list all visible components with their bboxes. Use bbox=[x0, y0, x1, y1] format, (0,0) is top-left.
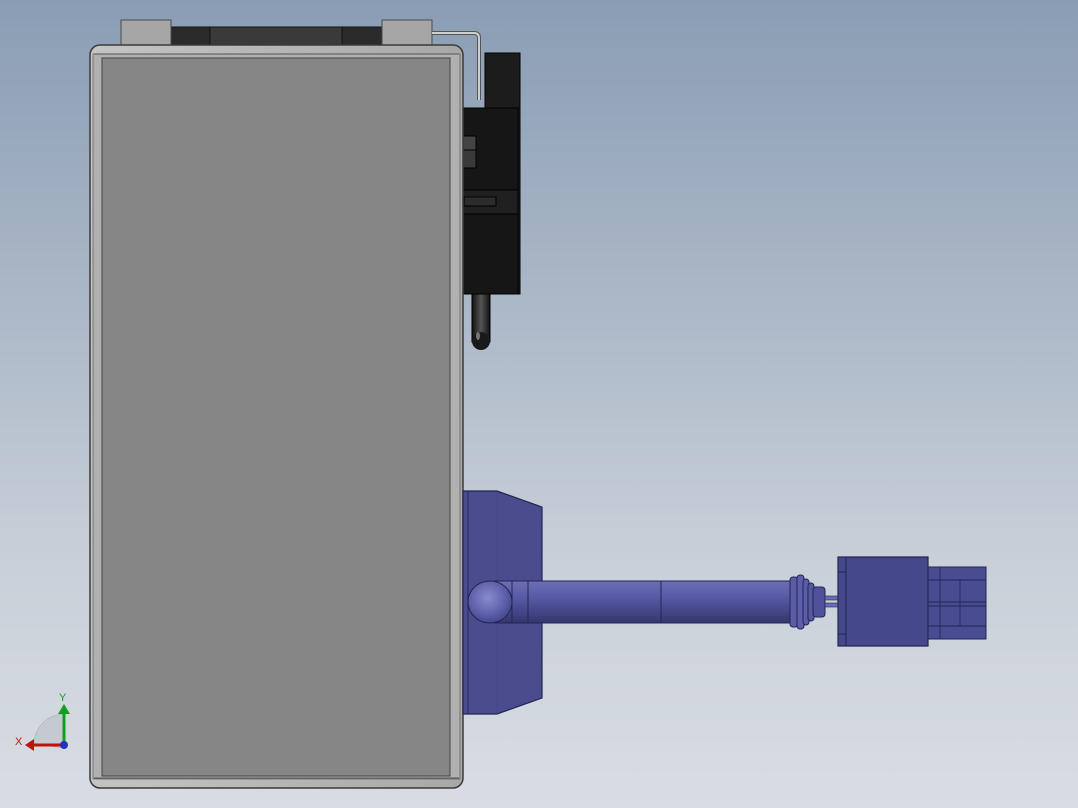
main-housing[interactable] bbox=[89, 44, 464, 789]
reference-triad: Y X bbox=[15, 692, 70, 751]
graphics-viewport[interactable]: Y X bbox=[0, 0, 1078, 808]
model-view[interactable]: Y X bbox=[0, 0, 1078, 808]
triad-x-label: X bbox=[15, 736, 23, 748]
black-bracket[interactable] bbox=[461, 52, 521, 350]
cable-connector[interactable] bbox=[837, 556, 987, 647]
triad-plane bbox=[33, 713, 65, 749]
top-clip[interactable] bbox=[120, 19, 433, 48]
triad-y-label: Y bbox=[59, 692, 67, 704]
z-axis-dot bbox=[60, 741, 68, 749]
cable-tube[interactable] bbox=[467, 574, 840, 630]
